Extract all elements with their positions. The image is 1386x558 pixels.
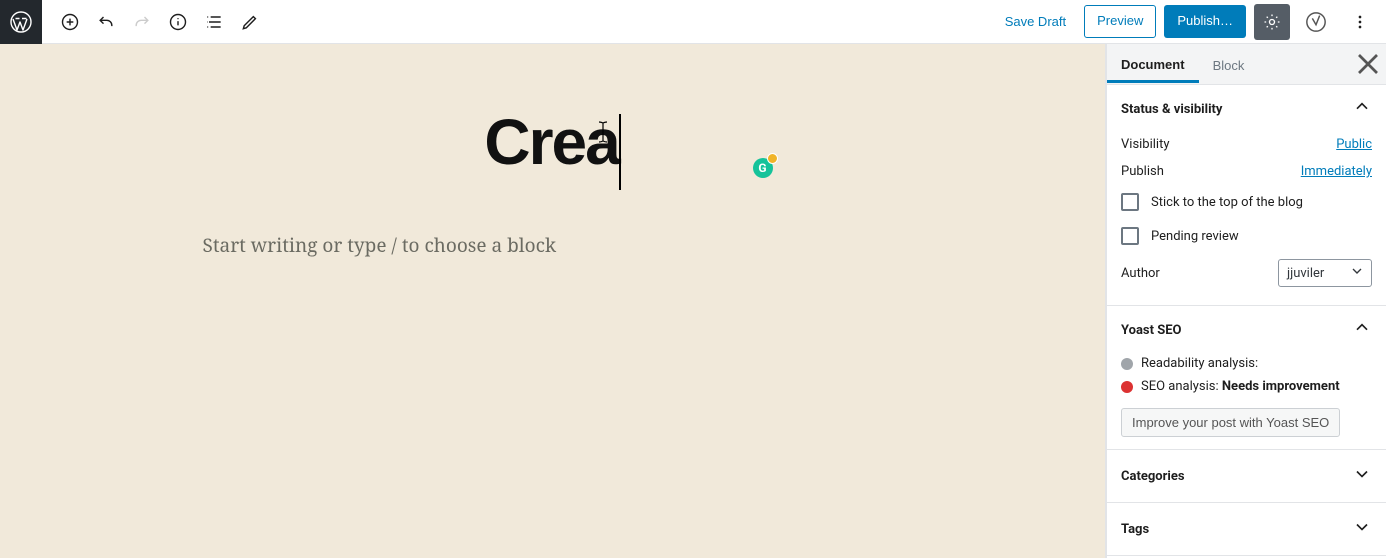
editor-top-toolbar: Save Draft Preview Publish… xyxy=(0,0,1386,44)
panel-tags: Tags xyxy=(1107,503,1386,556)
save-draft-button[interactable]: Save Draft xyxy=(995,8,1076,35)
readability-status-icon xyxy=(1121,358,1133,370)
improve-yoast-button[interactable]: Improve your post with Yoast SEO xyxy=(1121,408,1340,437)
more-options-button[interactable] xyxy=(1342,4,1378,40)
author-value: jjuviler xyxy=(1287,266,1324,281)
tab-document[interactable]: Document xyxy=(1107,45,1199,83)
edit-button[interactable] xyxy=(232,4,268,40)
grammarly-widget[interactable]: G xyxy=(753,158,773,178)
publish-link[interactable]: Immediately xyxy=(1301,164,1372,179)
panel-title: Categories xyxy=(1121,469,1185,484)
seo-status-icon xyxy=(1121,381,1133,393)
panel-status-visibility: Status & visibility Visibility Public Pu… xyxy=(1107,85,1386,306)
close-sidebar-button[interactable] xyxy=(1350,44,1386,84)
sticky-checkbox[interactable] xyxy=(1121,193,1139,211)
undo-button[interactable] xyxy=(88,4,124,40)
block-placeholder[interactable]: Start writing or type / to choose a bloc… xyxy=(203,232,903,258)
chevron-down-icon xyxy=(1352,517,1372,541)
panel-title: Yoast SEO xyxy=(1121,323,1182,338)
pending-review-checkbox[interactable] xyxy=(1121,227,1139,245)
block-navigation-button[interactable] xyxy=(196,4,232,40)
chevron-up-icon xyxy=(1352,97,1372,121)
tab-block[interactable]: Block xyxy=(1199,46,1259,83)
add-block-button[interactable] xyxy=(52,4,88,40)
sticky-label: Stick to the top of the blog xyxy=(1151,195,1303,210)
panel-toggle-categories[interactable]: Categories xyxy=(1121,464,1372,488)
panel-toggle-status[interactable]: Status & visibility xyxy=(1121,97,1372,121)
panel-title: Status & visibility xyxy=(1121,102,1222,117)
preview-button[interactable]: Preview xyxy=(1084,5,1156,37)
panel-categories: Categories xyxy=(1107,450,1386,503)
chevron-up-icon xyxy=(1352,318,1372,342)
editor-canvas[interactable]: Crea Start writing or type / to choose a… xyxy=(0,44,1106,558)
author-label: Author xyxy=(1121,266,1160,281)
visibility-label: Visibility xyxy=(1121,137,1170,152)
post-title-input[interactable]: Crea xyxy=(484,105,618,179)
readability-label: Readability analysis: xyxy=(1141,356,1258,371)
grammarly-alert-badge xyxy=(767,153,778,164)
chevron-down-icon xyxy=(1352,464,1372,488)
yoast-icon[interactable] xyxy=(1298,4,1334,40)
content-info-button[interactable] xyxy=(160,4,196,40)
redo-button[interactable] xyxy=(124,4,160,40)
visibility-link[interactable]: Public xyxy=(1336,137,1372,152)
panel-title: Tags xyxy=(1121,522,1149,537)
panel-yoast-seo: Yoast SEO Readability analysis: SEO anal… xyxy=(1107,306,1386,450)
panel-toggle-tags[interactable]: Tags xyxy=(1121,517,1372,541)
settings-button[interactable] xyxy=(1254,4,1290,40)
panel-toggle-yoast[interactable]: Yoast SEO xyxy=(1121,318,1372,342)
seo-analysis-text: SEO analysis: Needs improvement xyxy=(1141,379,1340,394)
publish-label: Publish xyxy=(1121,164,1164,179)
pending-review-label: Pending review xyxy=(1151,229,1239,244)
sidebar-tabs: Document Block xyxy=(1107,44,1386,85)
wp-logo-icon[interactable] xyxy=(0,0,42,44)
settings-sidebar: Document Block Status & visibility Visib… xyxy=(1106,44,1386,558)
text-caret xyxy=(619,114,621,190)
publish-button[interactable]: Publish… xyxy=(1164,5,1246,37)
author-select[interactable]: jjuviler xyxy=(1278,259,1372,287)
editor-workspace: Crea Start writing or type / to choose a… xyxy=(0,44,1386,558)
chevron-down-icon xyxy=(1349,263,1365,283)
